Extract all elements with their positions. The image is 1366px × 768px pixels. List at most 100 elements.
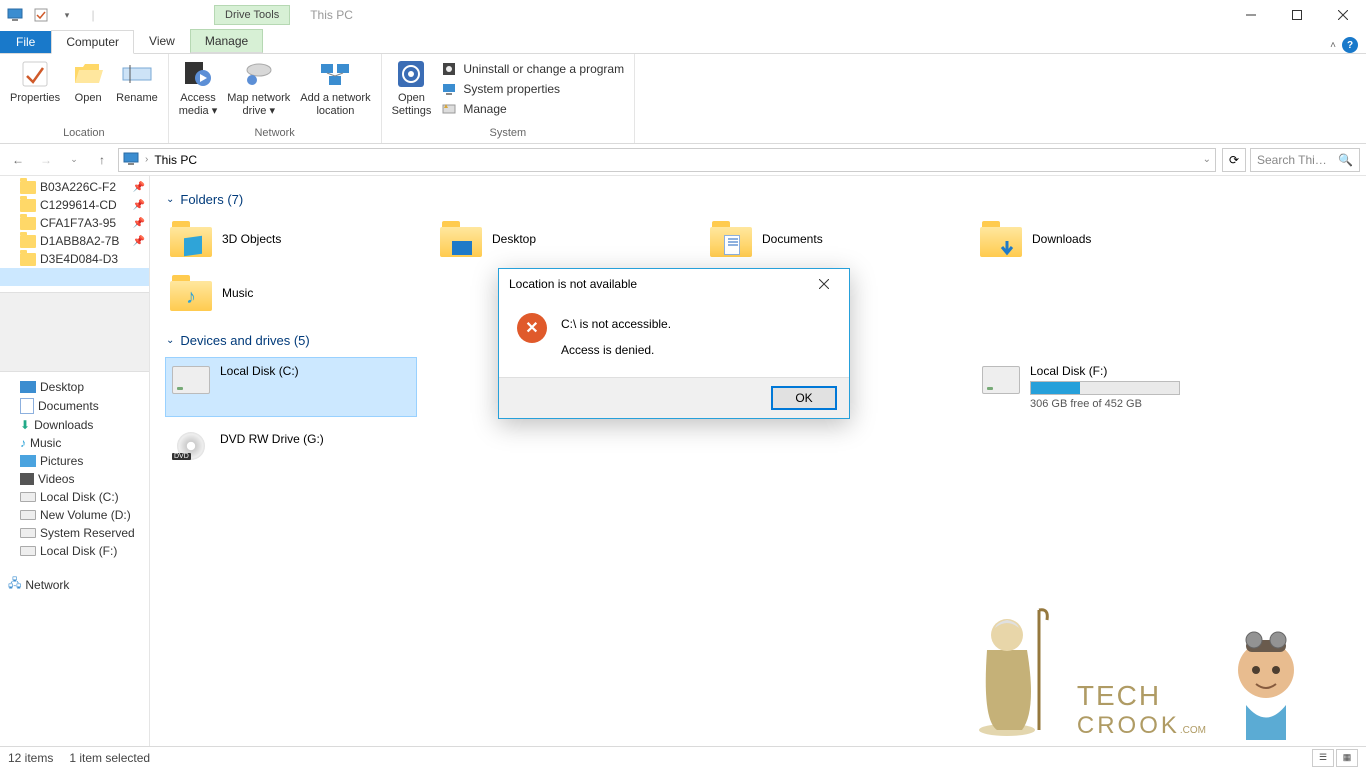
watermark-suffix: .COM [1180,725,1206,736]
address-input[interactable]: › This PC ⌄ [118,148,1216,172]
maximize-button[interactable] [1274,1,1320,29]
tree-quick-item[interactable]: B03A226C-F2📌 [0,178,149,196]
dialog-close-button[interactable] [809,271,839,297]
tree-quick-item[interactable]: C1299614-CD📌 [0,196,149,214]
manage-label: Manage [463,102,506,116]
icons-view-button[interactable]: ▦ [1336,749,1358,767]
tree-drive-reserved[interactable]: System Reserved [0,524,149,542]
folder-icon [20,217,36,230]
folder-icon [20,253,36,266]
folder-label: Documents [762,232,823,246]
tree-quick-item[interactable]: D3E4D084-D3 [0,250,149,268]
search-input[interactable]: Search Thi… 🔍 [1250,148,1360,172]
ribbon-group-location: Location [6,125,162,141]
open-button[interactable]: Open [66,56,110,107]
search-icon: 🔍 [1338,153,1353,167]
status-bar: 12 items 1 item selected ☰ ▦ [0,746,1366,768]
manage-icon [441,101,457,117]
videos-icon [20,473,34,485]
tree-drive-c[interactable]: Local Disk (C:) [0,488,149,506]
tree-music[interactable]: ♪Music [0,434,149,452]
dialog-ok-button[interactable]: OK [771,386,837,410]
up-button[interactable]: ↑ [90,148,114,172]
search-placeholder: Search Thi… [1257,153,1327,167]
view-tab[interactable]: View [134,29,190,53]
tree-desktop[interactable]: Desktop [0,378,149,396]
folders-section-header[interactable]: ⌄ Folders (7) [166,192,1350,207]
monk-illustration [967,600,1057,740]
address-dropdown-icon[interactable]: ⌄ [1203,154,1211,165]
tree-selected-blank[interactable] [0,268,149,286]
file-tab[interactable]: File [0,31,51,53]
drive-icon [20,546,36,556]
music-icon: ♪ [20,436,26,450]
tree-drive-d[interactable]: New Volume (D:) [0,506,149,524]
drive-g-dvd[interactable]: DVD DVD RW Drive (G:) [166,426,416,466]
window-controls [1228,1,1366,29]
computer-tab[interactable]: Computer [51,30,134,54]
ribbon-collapse-icon[interactable]: ˄ [1330,40,1336,51]
tree-network[interactable]: 🖧Network [0,572,149,597]
close-button[interactable] [1320,1,1366,29]
properties-icon[interactable] [30,4,52,26]
uninstall-program-button[interactable]: Uninstall or change a program [437,60,628,78]
system-properties-button[interactable]: System properties [437,80,628,98]
desktop-icon [20,381,36,393]
manage-tab[interactable]: Manage [190,29,263,53]
rename-label: Rename [116,92,158,105]
properties-button[interactable]: Properties [6,56,64,107]
qat-separator: | [82,4,104,26]
tree-quick-item[interactable]: D1ABB8A2-7B📌 [0,232,149,250]
forward-button[interactable]: → [34,148,58,172]
drive-f[interactable]: Local Disk (F:) 306 GB free of 452 GB [976,358,1226,416]
tree-documents[interactable]: Documents [0,396,149,416]
context-tab-drive-tools[interactable]: Drive Tools [214,5,290,25]
open-settings-button[interactable]: Open Settings [388,56,436,120]
breadcrumb-this-pc[interactable]: This PC [154,153,197,167]
folder-documents[interactable]: Documents [706,217,956,261]
uninstall-icon [441,61,457,77]
drive-c[interactable]: Local Disk (C:) [166,358,416,416]
folder-3d-objects[interactable]: 3D Objects [166,217,416,261]
folder-icon [20,235,36,248]
error-dialog: Location is not available ✕ C:\ is not a… [498,268,850,419]
chevron-down-icon: ⌄ [166,194,174,205]
media-icon [182,58,214,90]
folder-downloads[interactable]: Downloads [976,217,1226,261]
refresh-button[interactable]: ⟳ [1222,148,1246,172]
tree-drive-f[interactable]: Local Disk (F:) [0,542,149,560]
pin-icon: 📌 [133,182,145,193]
drive-icon [20,492,36,502]
pin-icon: 📌 [133,200,145,211]
help-icon[interactable]: ? [1342,37,1358,53]
dialog-titlebar[interactable]: Location is not available [499,269,849,299]
manage-button[interactable]: Manage [437,100,628,118]
drive-usage-bar [1030,381,1180,395]
tree-downloads[interactable]: ⬇Downloads [0,416,149,434]
status-item-count: 12 items [8,751,53,765]
folder-desktop[interactable]: Desktop [436,217,686,261]
map-network-drive-button[interactable]: Map network drive ▾ [223,56,294,120]
rename-icon [121,58,153,90]
add-network-location-button[interactable]: Add a network location [296,56,374,120]
computer-icon[interactable] [4,4,26,26]
rename-button[interactable]: Rename [112,56,162,107]
watermark-line2: CROOK [1077,712,1180,739]
tree-videos[interactable]: Videos [0,470,149,488]
tree-quick-item[interactable]: CFA1F7A3-95📌 [0,214,149,232]
details-view-button[interactable]: ☰ [1312,749,1334,767]
avatar-illustration [1226,620,1306,740]
open-folder-icon [72,58,104,90]
this-pc-icon [123,152,139,168]
folder-icon [710,221,752,257]
folder-music[interactable]: ♪ Music [166,271,416,315]
recent-dropdown[interactable]: ⌄ [62,148,86,172]
tree-pictures[interactable]: Pictures [0,452,149,470]
dvd-drive-icon: DVD [172,432,210,460]
access-media-button[interactable]: Access media ▾ [175,56,222,120]
system-properties-label: System properties [463,82,560,96]
back-button[interactable]: ← [6,148,30,172]
minimize-button[interactable] [1228,1,1274,29]
qat-dropdown-icon[interactable]: ▾ [56,4,78,26]
network-icon: 🖧 [8,574,21,595]
